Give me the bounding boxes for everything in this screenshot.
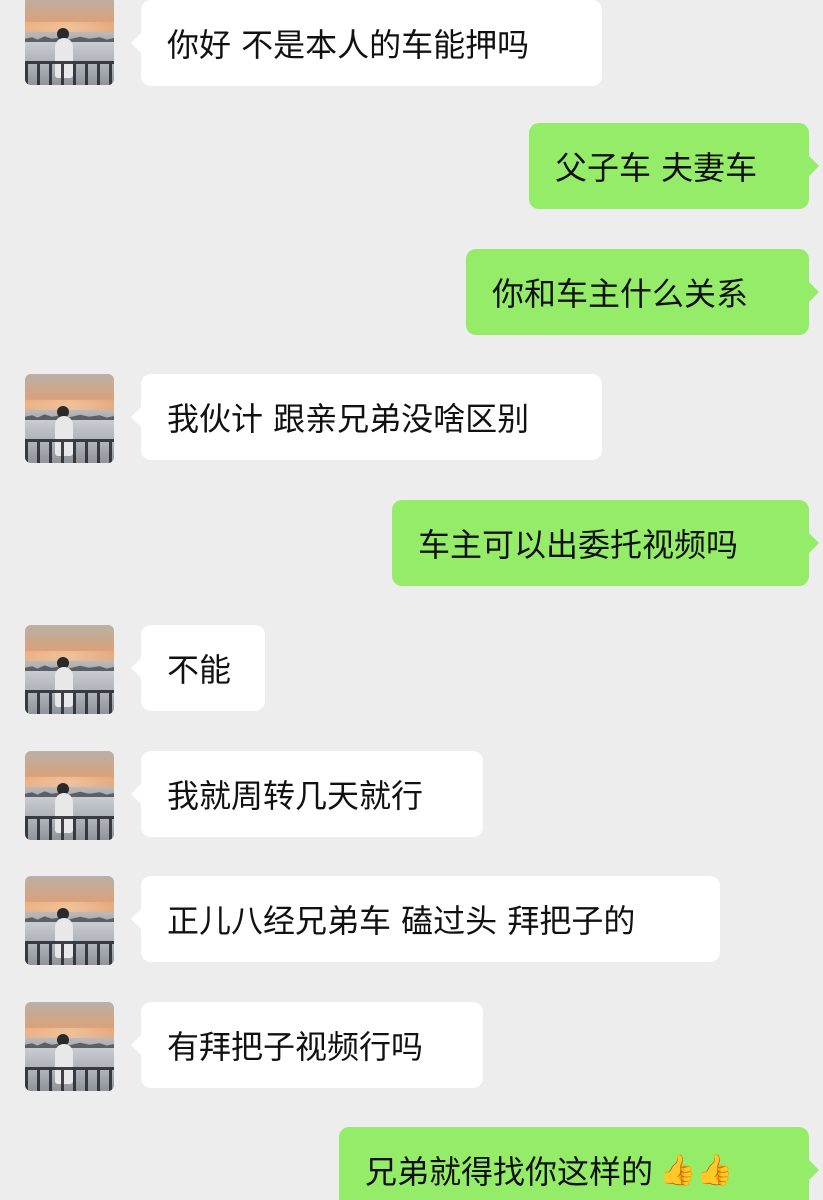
contact-avatar[interactable] [25, 625, 114, 714]
message-text: 父子车 夫妻车 [555, 149, 758, 187]
message-text: 你好 不是本人的车能押吗 [167, 26, 530, 64]
message-text: 车主可以出委托视频吗 [418, 526, 739, 564]
message-bubble-outgoing[interactable]: 车主可以出委托视频吗 [392, 500, 819, 586]
avatar-railing [25, 61, 114, 85]
avatar-railing [25, 816, 114, 840]
message-text: 正儿八经兄弟车 磕过头 拜把子的 [167, 902, 636, 940]
message-bubble-incoming[interactable]: 你好 不是本人的车能押吗 [131, 0, 602, 86]
message-bubble-incoming[interactable]: 正儿八经兄弟车 磕过头 拜把子的 [131, 876, 720, 962]
message-bubble-outgoing[interactable]: 兄弟就得找你这样的 👍👍 [339, 1127, 819, 1200]
thumbs-up-icon: 👍👍 [659, 1152, 734, 1188]
message-text: 你和车主什么关系 [492, 275, 749, 313]
message-bubble-incoming[interactable]: 有拜把子视频行吗 [131, 1002, 483, 1088]
message-bubble-outgoing[interactable]: 你和车主什么关系 [466, 249, 819, 335]
avatar-railing [25, 690, 114, 714]
chat-window: 你好 不是本人的车能押吗 父子车 夫妻车 你和车主什么关系 我伙计 跟亲兄弟没啥… [0, 0, 823, 1200]
message-text: 兄弟就得找你这样的 [365, 1153, 654, 1191]
avatar-sunset [25, 400, 114, 410]
avatar-sunset [25, 777, 114, 787]
contact-avatar[interactable] [25, 751, 114, 840]
message-bubble-incoming[interactable]: 我伙计 跟亲兄弟没啥区别 [131, 374, 602, 460]
contact-avatar[interactable] [25, 0, 114, 85]
message-bubble-outgoing[interactable]: 父子车 夫妻车 [529, 123, 819, 209]
message-text: 有拜把子视频行吗 [167, 1028, 424, 1066]
avatar-sunset [25, 1028, 114, 1038]
avatar-sunset [25, 651, 114, 661]
avatar-sunset [25, 902, 114, 912]
message-bubble-incoming[interactable]: 我就周转几天就行 [131, 751, 483, 837]
contact-avatar[interactable] [25, 1002, 114, 1091]
message-text: 我就周转几天就行 [167, 777, 424, 815]
avatar-railing [25, 941, 114, 965]
avatar-railing [25, 1067, 114, 1091]
message-text: 不能 [167, 651, 232, 689]
contact-avatar[interactable] [25, 374, 114, 463]
message-text: 我伙计 跟亲兄弟没啥区别 [167, 400, 530, 438]
avatar-sunset [25, 22, 114, 32]
message-bubble-incoming[interactable]: 不能 [131, 625, 265, 711]
contact-avatar[interactable] [25, 876, 114, 965]
avatar-railing [25, 439, 114, 463]
